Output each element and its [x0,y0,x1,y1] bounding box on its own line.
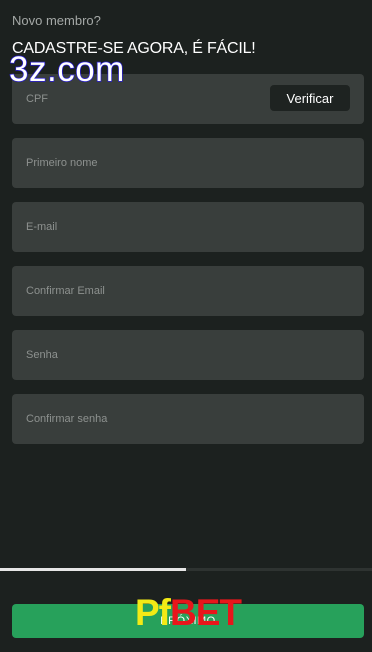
email-field [12,202,364,252]
password-field [12,330,364,380]
logo-part-pf: Pf [135,592,171,633]
confirm-password-input[interactable] [12,394,364,444]
password-input[interactable] [12,330,364,380]
confirm-password-field [12,394,364,444]
first-name-field [12,138,364,188]
verify-button[interactable]: Verificar [270,85,350,111]
email-input[interactable] [12,202,364,252]
logo-part-bet: BET [170,592,242,633]
step-progress-bar [0,568,372,571]
step-progress-fill [0,568,186,571]
first-name-input[interactable] [12,138,364,188]
pfbet-logo: PfBET [135,592,242,633]
watermark-logo: 3z.com [8,49,125,89]
confirm-email-field [12,266,364,316]
new-member-label: Novo membro? [12,13,101,28]
confirm-email-input[interactable] [12,266,364,316]
registration-page: Novo membro? CADASTRE-SE AGORA, É FÁCIL!… [0,0,372,652]
